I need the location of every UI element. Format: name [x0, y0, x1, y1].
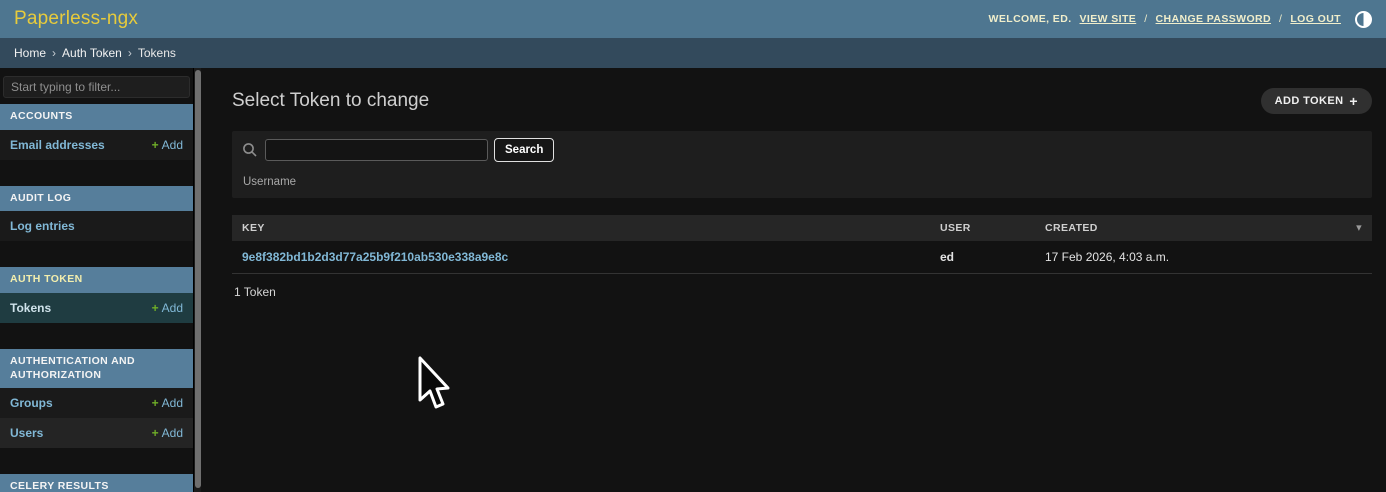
app-header: Paperless-ngx WELCOME, ED. VIEW SITE / C… — [0, 0, 1386, 38]
add-user-link[interactable]: +Add — [152, 426, 183, 440]
plus-icon: + — [152, 138, 159, 152]
result-count: 1 Token — [232, 274, 1372, 310]
sidebar-section-celery-results: CELERY RESULTS — [0, 474, 193, 492]
users-link[interactable]: Users — [10, 426, 43, 440]
breadcrumb-app-link[interactable]: Auth Token — [62, 46, 122, 60]
plus-icon: + — [152, 396, 159, 410]
search-icon — [242, 142, 258, 158]
groups-link[interactable]: Groups — [10, 396, 53, 410]
section-header-auth-and-authz: AUTHENTICATION AND AUTHORIZATION — [0, 349, 193, 388]
section-header-auth-token: AUTH TOKEN — [0, 267, 193, 293]
breadcrumb: Home › Auth Token › Tokens — [0, 38, 1386, 68]
log-out-link[interactable]: LOG OUT — [1290, 13, 1341, 25]
sidebar-section-auth-token: AUTH TOKEN Tokens +Add — [0, 267, 193, 323]
sort-options-caret-icon[interactable]: ▾ — [1356, 221, 1362, 234]
sidebar-filter-input[interactable] — [3, 76, 190, 98]
sidebar-item-users[interactable]: Users +Add — [0, 418, 193, 448]
sidebar-scrollbar[interactable] — [193, 68, 201, 492]
add-group-link[interactable]: +Add — [152, 396, 183, 410]
nav-sidebar: ACCOUNTS Email addresses +Add AUDIT LOG … — [0, 68, 193, 492]
sidebar-section-accounts: ACCOUNTS Email addresses +Add — [0, 104, 193, 160]
email-addresses-link[interactable]: Email addresses — [10, 138, 105, 152]
table-header-row: KEY USER CREATED ▾ — [232, 215, 1372, 241]
section-header-celery-results: CELERY RESULTS — [0, 474, 193, 492]
plus-icon: + — [1349, 96, 1358, 106]
breadcrumb-separator: › — [128, 46, 132, 60]
brand-title: Paperless-ngx — [14, 8, 138, 30]
theme-toggle-icon[interactable] — [1355, 11, 1372, 28]
section-header-accounts: ACCOUNTS — [0, 104, 193, 130]
column-header-user[interactable]: USER — [930, 215, 1035, 241]
page-title: Select Token to change — [232, 90, 429, 112]
sidebar-item-log-entries[interactable]: Log entries — [0, 211, 193, 241]
token-user-cell: ed — [930, 241, 1035, 273]
search-panel: Search Username — [232, 131, 1372, 198]
user-tools: WELCOME, ED. VIEW SITE / CHANGE PASSWORD… — [989, 11, 1372, 28]
add-token-link[interactable]: +Add — [152, 301, 183, 315]
link-separator: / — [1144, 13, 1147, 25]
log-entries-link[interactable]: Log entries — [10, 219, 75, 233]
sidebar-section-auth-and-authz: AUTHENTICATION AND AUTHORIZATION Groups … — [0, 349, 193, 448]
column-header-created[interactable]: CREATED ▾ — [1035, 215, 1372, 241]
breadcrumb-separator: › — [52, 46, 56, 60]
breadcrumb-current-page: Tokens — [138, 46, 176, 60]
token-key-link[interactable]: 9e8f382bd1b2d3d77a25b9f210ab530e338a9e8c — [242, 250, 508, 264]
token-created-cell: 17 Feb 2026, 4:03 a.m. — [1035, 241, 1372, 273]
sidebar-item-groups[interactable]: Groups +Add — [0, 388, 193, 418]
tokens-link[interactable]: Tokens — [10, 301, 51, 315]
column-header-key[interactable]: KEY — [232, 215, 930, 241]
change-password-link[interactable]: CHANGE PASSWORD — [1156, 13, 1271, 25]
search-input[interactable] — [265, 139, 488, 161]
search-button[interactable]: Search — [494, 138, 554, 162]
welcome-text: WELCOME, ED. — [989, 13, 1072, 25]
section-header-audit-log: AUDIT LOG — [0, 186, 193, 212]
main-content: Select Token to change ADD TOKEN + Searc… — [201, 68, 1386, 492]
add-email-address-link[interactable]: +Add — [152, 138, 183, 152]
search-field-label: Username — [242, 176, 1362, 188]
table-row: 9e8f382bd1b2d3d77a25b9f210ab530e338a9e8c… — [232, 241, 1372, 274]
sidebar-item-tokens[interactable]: Tokens +Add — [0, 293, 193, 323]
breadcrumb-home-link[interactable]: Home — [14, 46, 46, 60]
results-table: KEY USER CREATED ▾ 9e8f382bd1b2d3d77a25b… — [232, 215, 1372, 310]
sidebar-item-email-addresses[interactable]: Email addresses +Add — [0, 130, 193, 160]
sidebar-section-audit-log: AUDIT LOG Log entries — [0, 186, 193, 242]
add-token-button[interactable]: ADD TOKEN + — [1261, 88, 1372, 114]
plus-icon: + — [152, 301, 159, 315]
plus-icon: + — [152, 426, 159, 440]
link-separator: / — [1279, 13, 1282, 25]
view-site-link[interactable]: VIEW SITE — [1080, 13, 1137, 25]
